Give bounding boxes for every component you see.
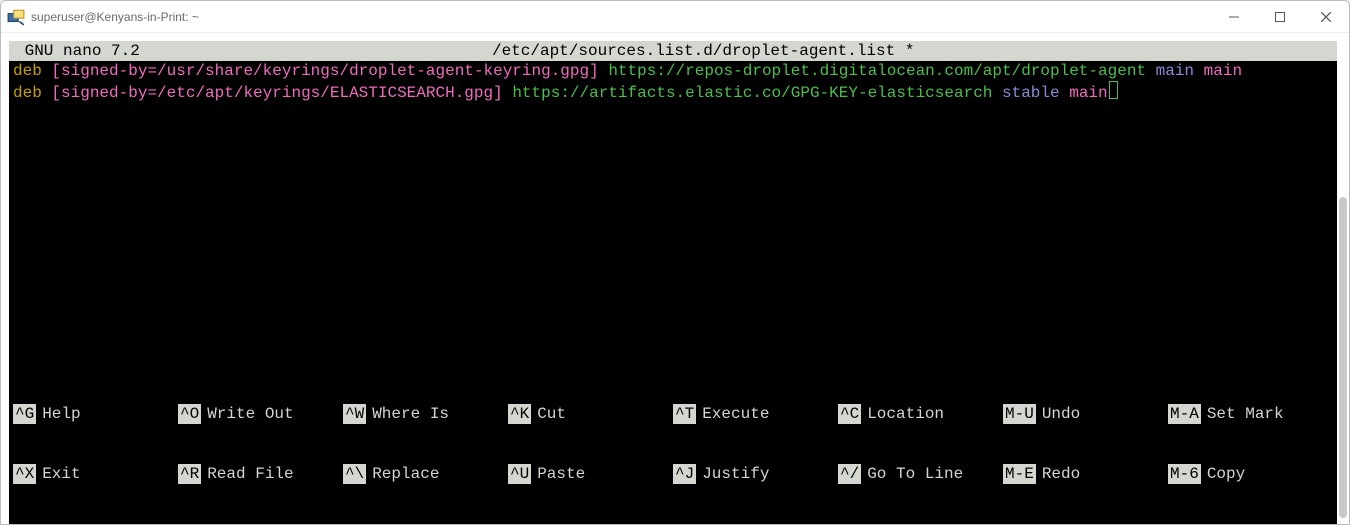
shortcut-key: ^/	[838, 464, 861, 484]
editor-line[interactable]: deb [signed-by=/usr/share/keyrings/dropl…	[13, 61, 1333, 81]
nano-header-right	[1257, 41, 1337, 61]
window-controls	[1211, 1, 1349, 32]
shortcut-item: ^W Where Is	[343, 404, 508, 424]
nano-header: GNU nano 7.2 /etc/apt/sources.list.d/dro…	[9, 41, 1337, 61]
nano-app-label: GNU nano 7.2	[9, 41, 149, 61]
shortcut-item: ^R Read File	[178, 464, 343, 484]
maximize-button[interactable]	[1257, 1, 1303, 32]
token-component: main	[1204, 62, 1242, 80]
minimize-button[interactable]	[1211, 1, 1257, 32]
shortcut-item: ^G Help	[13, 404, 178, 424]
shortcut-row-2: ^X Exit ^R Read File ^\ Replace ^U Paste ^J Justi…	[13, 464, 1333, 484]
shortcut-item: M-6 Copy	[1168, 464, 1333, 484]
shortcut-key: ^J	[673, 464, 696, 484]
shortcut-key: ^C	[838, 404, 861, 424]
shortcut-key: ^K	[508, 404, 531, 424]
shortcut-item: ^X Exit	[13, 464, 178, 484]
shortcut-label: Copy	[1207, 464, 1245, 484]
shortcut-item: ^U Paste	[508, 464, 673, 484]
shortcut-key: M-6	[1168, 464, 1201, 484]
shortcut-label: Cut	[537, 404, 566, 424]
shortcut-key: ^R	[178, 464, 201, 484]
window-title: superuser@Kenyans-in-Print: ~	[31, 10, 199, 24]
shortcut-key: ^T	[673, 404, 696, 424]
shortcut-item: ^/ Go To Line	[838, 464, 1003, 484]
shortcut-row-1: ^G Help ^O Write Out ^W Where Is ^K Cut ^T Execut…	[13, 404, 1333, 424]
shortcut-label: Write Out	[207, 404, 293, 424]
putty-icon	[7, 8, 25, 26]
shortcut-label: Paste	[537, 464, 585, 484]
shortcut-item: ^J Justify	[673, 464, 838, 484]
token-signed-by: [signed-by=/usr/share/keyrings/droplet-a…	[51, 62, 598, 80]
token-deb: deb	[13, 62, 42, 80]
shortcut-label: Location	[867, 404, 944, 424]
shortcut-key: ^X	[13, 464, 36, 484]
nano-filename: /etc/apt/sources.list.d/droplet-agent.li…	[149, 41, 1257, 61]
shortcut-key: ^W	[343, 404, 366, 424]
shortcut-item: M-E Redo	[1003, 464, 1168, 484]
terminal-container: GNU nano 7.2 /etc/apt/sources.list.d/dro…	[1, 33, 1349, 524]
editor-body[interactable]: deb [signed-by=/usr/share/keyrings/dropl…	[9, 61, 1337, 103]
shortcut-key: ^O	[178, 404, 201, 424]
shortcut-label: Where Is	[372, 404, 449, 424]
shortcut-label: Justify	[702, 464, 769, 484]
editor-line[interactable]: deb [signed-by=/etc/apt/keyrings/ELASTIC…	[13, 81, 1333, 103]
shortcut-key: ^G	[13, 404, 36, 424]
shortcut-key: M-A	[1168, 404, 1201, 424]
shortcut-key: M-U	[1003, 404, 1036, 424]
close-button[interactable]	[1303, 1, 1349, 32]
titlebar: superuser@Kenyans-in-Print: ~	[1, 1, 1349, 33]
terminal[interactable]: GNU nano 7.2 /etc/apt/sources.list.d/dro…	[9, 41, 1337, 524]
token-signed-by: [signed-by=/etc/apt/keyrings/ELASTICSEAR…	[51, 84, 502, 102]
token-suite: stable	[1002, 84, 1060, 102]
shortcut-item: ^C Location	[838, 404, 1003, 424]
nano-footer: ^G Help ^O Write Out ^W Where Is ^K Cut ^T Execut…	[9, 364, 1337, 524]
shortcut-item: M-A Set Mark	[1168, 404, 1333, 424]
shortcut-key: M-E	[1003, 464, 1036, 484]
shortcut-label: Help	[42, 404, 80, 424]
scroll-thumb[interactable]	[1339, 197, 1347, 518]
shortcut-label: Read File	[207, 464, 293, 484]
shortcut-item: M-U Undo	[1003, 404, 1168, 424]
vertical-scrollbar[interactable]	[1339, 77, 1347, 518]
shortcut-label: Exit	[42, 464, 80, 484]
shortcut-label: Execute	[702, 404, 769, 424]
shortcut-key: ^U	[508, 464, 531, 484]
token-component: main	[1069, 84, 1107, 102]
shortcut-label: Redo	[1042, 464, 1080, 484]
app-window: superuser@Kenyans-in-Print: ~ GNU nano 7…	[0, 0, 1350, 525]
token-deb: deb	[13, 84, 42, 102]
shortcut-label: Replace	[372, 464, 439, 484]
shortcut-key: ^\	[343, 464, 366, 484]
token-suite: main	[1156, 62, 1194, 80]
token-url: https://artifacts.elastic.co/GPG-KEY-ela…	[512, 84, 992, 102]
shortcut-label: Set Mark	[1207, 404, 1284, 424]
shortcut-label: Undo	[1042, 404, 1080, 424]
shortcut-item: ^O Write Out	[178, 404, 343, 424]
shortcut-label: Go To Line	[867, 464, 963, 484]
shortcut-item: ^\ Replace	[343, 464, 508, 484]
shortcut-item: ^K Cut	[508, 404, 673, 424]
text-cursor	[1109, 81, 1118, 99]
token-url: https://repos-droplet.digitalocean.com/a…	[608, 62, 1146, 80]
shortcut-item: ^T Execute	[673, 404, 838, 424]
